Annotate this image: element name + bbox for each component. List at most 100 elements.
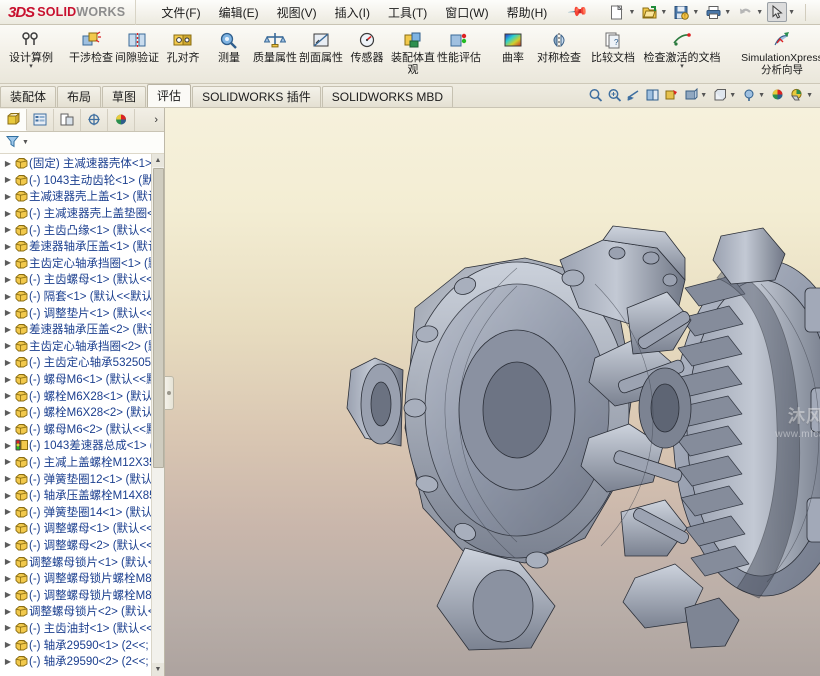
- tab-evaluate[interactable]: 评估: [147, 84, 192, 107]
- tree-expand-arrow[interactable]: ▶: [2, 225, 14, 234]
- tree-item[interactable]: ▶ (-) 主减速器壳上盖垫圈<: [0, 205, 164, 222]
- tree-item[interactable]: ▶ (-) 主齿定心轴承532505<: [0, 354, 164, 371]
- check-active-document-button[interactable]: 检查激活的文档 ▾: [636, 27, 728, 70]
- tree-expand-arrow[interactable]: ▶: [2, 457, 14, 466]
- assembly-visualization-button[interactable]: 装配体直观: [390, 27, 436, 76]
- tab-layout[interactable]: 布局: [57, 86, 102, 107]
- tree-expand-arrow[interactable]: ▶: [2, 507, 14, 516]
- check-active-document-dropdown[interactable]: ▾: [680, 63, 684, 70]
- display-manager-tab[interactable]: [108, 108, 135, 131]
- tree-item[interactable]: ▶ (-) 主齿凸缘<1> (默认<<: [0, 221, 164, 238]
- tree-item[interactable]: ▶ 主齿定心轴承挡圈<1> (默: [0, 255, 164, 272]
- symmetry-check-button[interactable]: 对称检查: [536, 27, 582, 64]
- menu-file[interactable]: 文件(F): [152, 1, 209, 24]
- select-dropdown[interactable]: ▼: [788, 9, 795, 16]
- tree-expand-arrow[interactable]: ▶: [2, 275, 14, 284]
- hole-alignment-button[interactable]: 孔对齐: [160, 27, 206, 64]
- tree-item[interactable]: ▶ (-) 轴承29590<2> (2<<;: [0, 653, 164, 670]
- display-style-icon[interactable]: [681, 86, 700, 105]
- design-study-button[interactable]: 设计算例 ▾: [2, 27, 60, 70]
- tree-item[interactable]: ▶ (-) 轴承29590<1> (2<<;: [0, 636, 164, 653]
- compare-documents-button[interactable]: ? 比较文档: [590, 27, 636, 64]
- feature-tree-scrollbar[interactable]: ▲ ▼: [151, 154, 164, 676]
- tree-item[interactable]: ▶ (-) 轴承压盖螺栓M14X85: [0, 487, 164, 504]
- tree-expand-arrow[interactable]: ▶: [2, 441, 14, 450]
- scroll-up-arrow[interactable]: ▲: [151, 154, 164, 167]
- save-dropdown[interactable]: ▼: [692, 9, 699, 16]
- display-style-dropdown[interactable]: ▼: [700, 92, 707, 99]
- tree-item[interactable]: ▶ (-) 螺栓M6X28<2> (默认: [0, 404, 164, 421]
- panel-collapse-handle[interactable]: [165, 376, 174, 410]
- tree-expand-arrow[interactable]: ▶: [2, 657, 14, 666]
- tab-solidworks-mbd[interactable]: SOLIDWORKS MBD: [321, 86, 454, 107]
- select-pointer-icon[interactable]: [767, 2, 788, 22]
- tree-expand-arrow[interactable]: ▶: [2, 242, 14, 251]
- tree-expand-arrow[interactable]: ▶: [2, 308, 14, 317]
- tree-expand-arrow[interactable]: ▶: [2, 623, 14, 632]
- tree-expand-arrow[interactable]: ▶: [2, 375, 14, 384]
- tree-item[interactable]: ▶ (-) 调整垫片<1> (默认<<: [0, 304, 164, 321]
- menu-view[interactable]: 视图(V): [268, 1, 326, 24]
- filter-funnel-icon[interactable]: [5, 135, 20, 151]
- save-icon[interactable]: !: [671, 2, 691, 22]
- dimxpert-manager-tab[interactable]: [81, 108, 108, 131]
- tab-assembly[interactable]: 装配体: [0, 86, 57, 107]
- tree-item[interactable]: ▶ (-) 1043主动齿轮<1> (默: [0, 172, 164, 189]
- view-settings-dropdown[interactable]: ▼: [806, 92, 813, 99]
- view-settings-icon[interactable]: [787, 86, 806, 105]
- clearance-verification-button[interactable]: 间隙验证: [114, 27, 160, 64]
- tree-expand-arrow[interactable]: ▶: [2, 159, 14, 168]
- tree-expand-arrow[interactable]: ▶: [2, 358, 14, 367]
- tree-item[interactable]: ▶ (-) 主齿油封<1> (默认<<: [0, 620, 164, 637]
- tree-item[interactable]: ▶ (-) 弹簧垫圈12<1> (默认: [0, 470, 164, 487]
- zoom-to-area-icon[interactable]: [605, 86, 624, 105]
- menu-insert[interactable]: 插入(I): [326, 1, 379, 24]
- tree-expand-arrow[interactable]: ▶: [2, 640, 14, 649]
- performance-evaluation-button[interactable]: 性能评估: [436, 27, 482, 64]
- tab-solidworks-addins[interactable]: SOLIDWORKS 插件: [192, 86, 321, 107]
- open-document-icon[interactable]: [639, 2, 659, 22]
- tree-item[interactable]: ▶ (-) 调整螺母锁片螺栓M8): [0, 570, 164, 587]
- tree-expand-arrow[interactable]: ▶: [2, 607, 14, 616]
- tree-expand-arrow[interactable]: ▶: [2, 524, 14, 533]
- tree-item[interactable]: ▶ (-) 螺母M6<2> (默认<<默: [0, 421, 164, 438]
- menu-tools[interactable]: 工具(T): [379, 1, 436, 24]
- print-dropdown[interactable]: ▼: [724, 9, 731, 16]
- scroll-thumb[interactable]: [152, 168, 164, 468]
- tree-expand-arrow[interactable]: ▶: [2, 292, 14, 301]
- print-icon[interactable]: [703, 2, 723, 22]
- tree-expand-arrow[interactable]: ▶: [2, 175, 14, 184]
- tree-item[interactable]: ▶ 差速器轴承压盖<2> (默认: [0, 321, 164, 338]
- tree-expand-arrow[interactable]: ▶: [2, 590, 14, 599]
- view-orientation-icon[interactable]: [662, 86, 681, 105]
- section-view-icon[interactable]: [643, 86, 662, 105]
- tab-sketch[interactable]: 草图: [102, 86, 147, 107]
- edit-appearance-dropdown[interactable]: ▼: [758, 92, 765, 99]
- differential-gear-assembly-model[interactable]: [165, 108, 820, 676]
- tree-expand-arrow[interactable]: ▶: [2, 325, 14, 334]
- pushpin-icon[interactable]: 📌: [567, 1, 590, 24]
- zoom-to-fit-icon[interactable]: [586, 86, 605, 105]
- tree-item[interactable]: ▶ (固定) 主减速器壳体<1>: [0, 155, 164, 172]
- tree-item[interactable]: ▶ 调整螺母锁片<2> (默认<: [0, 603, 164, 620]
- filter-dropdown[interactable]: ▼: [22, 139, 29, 146]
- tree-item[interactable]: ▶ (-) 调整螺母锁片螺栓M8): [0, 586, 164, 603]
- tree-expand-arrow[interactable]: ▶: [2, 491, 14, 500]
- tree-expand-arrow[interactable]: ▶: [2, 258, 14, 267]
- undo-dropdown[interactable]: ▼: [756, 9, 763, 16]
- scroll-down-arrow[interactable]: ▼: [151, 663, 164, 676]
- tree-expand-arrow[interactable]: ▶: [2, 391, 14, 400]
- tree-expand-arrow[interactable]: ▶: [2, 424, 14, 433]
- edit-appearance-icon[interactable]: [739, 86, 758, 105]
- simulationxpress-button[interactable]: SimulationXpress 分析向导: [736, 27, 820, 76]
- menu-edit[interactable]: 编辑(E): [210, 1, 268, 24]
- configuration-manager-tab[interactable]: [54, 108, 81, 131]
- tree-item[interactable]: ▶ (-) 螺栓M6X28<1> (默认: [0, 387, 164, 404]
- open-document-dropdown[interactable]: ▼: [660, 9, 667, 16]
- feature-manager-more-chevron[interactable]: ›: [148, 114, 164, 126]
- tree-expand-arrow[interactable]: ▶: [2, 408, 14, 417]
- property-manager-tab[interactable]: [27, 108, 54, 131]
- tree-expand-arrow[interactable]: ▶: [2, 574, 14, 583]
- curvature-button[interactable]: 曲率: [490, 27, 536, 64]
- undo-icon[interactable]: [735, 2, 755, 22]
